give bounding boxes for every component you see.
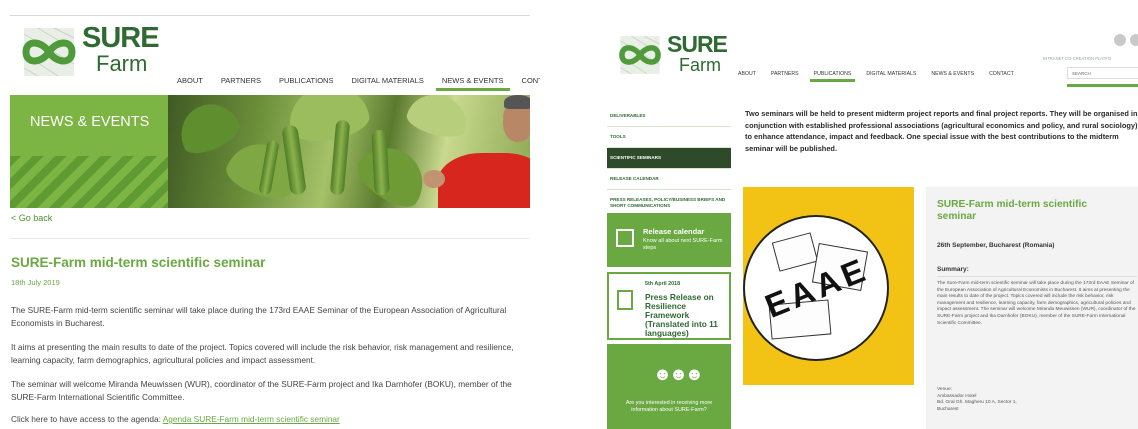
top-divider bbox=[10, 15, 530, 16]
nav-news-events[interactable]: NEWS & EVENTS bbox=[931, 71, 974, 77]
summary-heading: Summary: bbox=[937, 266, 969, 273]
press-release-title: Press Release on Resilience Framework (T… bbox=[645, 292, 718, 338]
divider bbox=[10, 238, 530, 239]
banner-title: NEWS & EVENTS bbox=[30, 114, 150, 130]
sidenav-tools[interactable]: TOOLS bbox=[607, 127, 731, 148]
eaae-logo-image: EAAE bbox=[743, 187, 914, 385]
search-accent-bar bbox=[1067, 84, 1138, 87]
right-page-screenshot: SURE Farm INTRANET CO-CREATION PLATFO SE… bbox=[597, 0, 1138, 429]
nav-publications[interactable]: PUBLICATIONS bbox=[809, 71, 855, 82]
go-back-link[interactable]: < Go back bbox=[11, 213, 52, 223]
banner-photo-farmer bbox=[168, 95, 530, 208]
article-date: 18th July 2019 bbox=[11, 278, 60, 287]
nav-contact[interactable]: CONTACT bbox=[989, 71, 1014, 77]
news-events-banner: NEWS & EVENTS bbox=[10, 95, 530, 208]
infinity-logo-icon bbox=[22, 27, 76, 77]
main-nav: ABOUT PARTNERS PUBLICATIONS DIGITAL MATE… bbox=[738, 71, 1014, 82]
venue-address: Bd. Gral Gh. Magheru 10 A, Sector 1, bbox=[937, 400, 1017, 406]
seminar-title: SURE-Farm mid-term scientific seminar bbox=[937, 199, 1088, 222]
seminar-detail-panel: SURE-Farm mid-term scientific seminar 26… bbox=[926, 187, 1138, 429]
article-paragraph-1: The SURE-Farm mid-term scientific semina… bbox=[11, 305, 507, 329]
release-calendar-card[interactable]: Release calendar Know all about next SUR… bbox=[607, 213, 731, 267]
summary-text: The Sure-Farm mid-term scientific semina… bbox=[937, 281, 1136, 326]
sidenav-release-calendar[interactable]: RELEASE CALENDAR bbox=[607, 169, 731, 190]
search-input[interactable]: SEARCH bbox=[1067, 67, 1138, 79]
article-paragraph-3: The seminar will welcome Miranda Meuwiss… bbox=[11, 379, 512, 403]
nav-contact[interactable]: CONT bbox=[522, 76, 540, 85]
document-icon bbox=[617, 290, 633, 310]
eaae-globe-icon: EAAE bbox=[743, 215, 889, 361]
venue-block: Venue: Ambassador Hotel Bd. Gral Gh. Mag… bbox=[937, 387, 1137, 413]
sidenav-scientific-seminars[interactable]: SCIENTIFIC SEMINARS bbox=[607, 148, 731, 169]
publications-sidenav: DELIVERABLES TOOLS SCIENTIFIC SEMINARS R… bbox=[607, 106, 731, 217]
logo-farm-text: Farm bbox=[96, 51, 148, 76]
article-title: SURE-Farm mid-term scientific seminar bbox=[11, 255, 266, 270]
social-circle-icon[interactable] bbox=[1114, 34, 1126, 46]
infinity-logo-icon bbox=[619, 35, 661, 75]
more-info-card[interactable]: ☻☻☻ Are you interested in receiving more… bbox=[607, 344, 731, 429]
press-release-card[interactable]: 5th April 2018 Press Release on Resilien… bbox=[607, 272, 731, 340]
social-links bbox=[1114, 34, 1138, 46]
people-group-icon: ☻☻☻ bbox=[653, 364, 704, 384]
venue-label: Venue: bbox=[937, 387, 952, 392]
nav-partners[interactable]: PARTNERS bbox=[221, 76, 261, 85]
press-release-date: 5th April 2018 bbox=[645, 281, 681, 287]
release-calendar-subtitle: Know all about next SURE-Farm steps bbox=[643, 238, 723, 251]
sure-farm-logo[interactable]: SURE Farm bbox=[18, 22, 160, 80]
logo-farm-text: Farm bbox=[679, 55, 721, 75]
logo-sure-text: SURE bbox=[82, 22, 160, 54]
article-paragraph-4: Click here to have access to the agenda:… bbox=[11, 413, 526, 426]
nav-digital-materials[interactable]: DIGITAL MATERIALS bbox=[866, 71, 916, 77]
nav-about[interactable]: ABOUT bbox=[738, 71, 756, 77]
utility-links[interactable]: INTRANET CO-CREATION PLATFO bbox=[1043, 56, 1111, 61]
seminar-date-location: 26th September, Bucharest (Romania) bbox=[937, 242, 1055, 249]
banner-green-box: NEWS & EVENTS bbox=[10, 95, 168, 208]
agenda-prompt: Click here to have access to the agenda: bbox=[11, 414, 161, 424]
venue-city: Bucharest bbox=[937, 406, 959, 412]
nav-partners[interactable]: PARTNERS bbox=[771, 71, 799, 77]
article-paragraph-2: It aims at presenting the main results t… bbox=[11, 342, 514, 366]
more-info-text: Are you interested in receiving more inf… bbox=[625, 400, 713, 413]
seminars-intro: Two seminars will be held to present mid… bbox=[745, 109, 1138, 153]
nav-publications[interactable]: PUBLICATIONS bbox=[279, 76, 333, 85]
sure-farm-logo-small[interactable]: SURE Farm bbox=[615, 31, 728, 77]
main-nav: ABOUT PARTNERS PUBLICATIONS DIGITAL MATE… bbox=[177, 76, 540, 91]
banner-stripes bbox=[10, 156, 168, 208]
left-page-screenshot: SURE Farm ABOUT PARTNERS PUBLICATIONS DI… bbox=[0, 0, 540, 429]
logo-sure-text: SURE bbox=[667, 31, 728, 57]
nav-about[interactable]: ABOUT bbox=[177, 76, 203, 85]
release-calendar-title: Release calendar bbox=[643, 227, 705, 236]
agenda-link[interactable]: Agenda SURE-Farm mid-term scientific sem… bbox=[163, 414, 340, 424]
summary-divider bbox=[937, 276, 1137, 277]
nav-news-events[interactable]: NEWS & EVENTS bbox=[435, 76, 510, 91]
nav-digital-materials[interactable]: DIGITAL MATERIALS bbox=[351, 76, 423, 85]
calendar-icon bbox=[616, 229, 634, 247]
social-circle-icon[interactable] bbox=[1130, 34, 1138, 46]
sidenav-deliverables[interactable]: DELIVERABLES bbox=[607, 106, 731, 127]
